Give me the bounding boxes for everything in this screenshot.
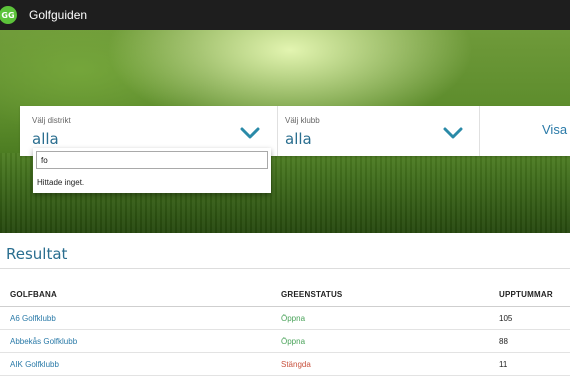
divider <box>0 268 570 269</box>
show-button[interactable]: Visa <box>542 122 567 137</box>
club-select[interactable]: Välj klubb alla <box>278 106 480 156</box>
top-bar: GG Golfguiden <box>0 0 570 30</box>
club-select-value[interactable]: alla <box>285 130 312 148</box>
table-row: Abbekås Golfklubb Öppna 88 <box>0 330 570 353</box>
course-link[interactable]: AIK Golfklubb <box>10 360 59 369</box>
column-header-golfbana[interactable]: GOLFBANA <box>10 290 57 299</box>
table-header: GOLFBANA GREENSTATUS UPPTUMMAR <box>0 283 570 307</box>
district-select-value[interactable]: alla <box>32 130 59 148</box>
table-row: AIK Golfklubb Stängda 11 <box>0 353 570 376</box>
district-search-input[interactable] <box>36 151 268 169</box>
table-row: A6 Golfklubb Öppna 105 <box>0 307 570 330</box>
no-results-message: Hittade inget. <box>37 178 85 187</box>
results-title: Resultat <box>6 245 68 263</box>
chevron-down-icon[interactable] <box>240 126 260 140</box>
chevron-down-icon[interactable] <box>443 126 463 140</box>
club-select-label: Välj klubb <box>285 116 320 125</box>
brand-name[interactable]: Golfguiden <box>29 8 87 22</box>
district-dropdown: Hittade inget. <box>33 148 271 193</box>
logo-text: GG <box>1 10 15 20</box>
green-status: Öppna <box>281 314 306 323</box>
green-status: Öppna <box>281 337 306 346</box>
course-link[interactable]: A6 Golfklubb <box>10 314 56 323</box>
golfguiden-logo-icon[interactable]: GG <box>0 6 17 24</box>
upptummar-count: 105 <box>499 314 513 323</box>
green-status: Stängda <box>281 360 311 369</box>
column-header-greenstatus[interactable]: GREENSTATUS <box>281 290 342 299</box>
upptummar-count: 88 <box>499 337 508 346</box>
upptummar-count: 11 <box>499 360 508 369</box>
column-header-upptummar[interactable]: UPPTUMMAR <box>499 290 553 299</box>
course-link[interactable]: Abbekås Golfklubb <box>10 337 77 346</box>
district-select-label: Välj distrikt <box>32 116 71 125</box>
results-table: GOLFBANA GREENSTATUS UPPTUMMAR A6 Golfkl… <box>0 283 570 376</box>
